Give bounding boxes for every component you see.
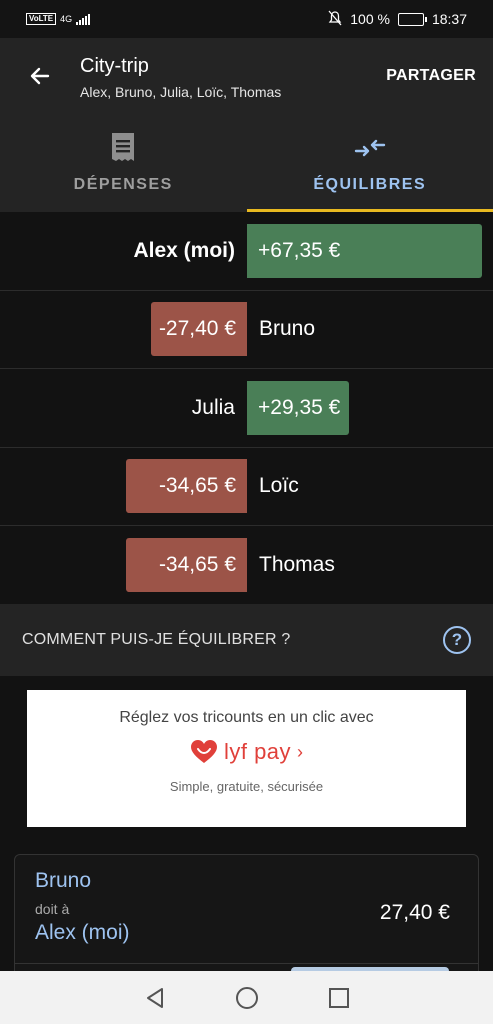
banner-tagline: Simple, gratuite, sécurisée	[169, 779, 324, 794]
divider	[15, 963, 478, 964]
how-to-balance-header[interactable]: COMMENT PUIS-JE ÉQUILIBRER ? ?	[0, 604, 493, 676]
share-button[interactable]: PARTAGER	[386, 67, 493, 85]
settlement-amount: 27,40 €	[379, 901, 450, 924]
how-to-balance-label: COMMENT PUIS-JE ÉQUILIBRER ?	[22, 631, 291, 648]
app-bar: City-trip Alex, Bruno, Julia, Loïc, Thom…	[0, 38, 493, 114]
member-name: Thomas	[259, 553, 335, 577]
triangle-back-icon	[146, 987, 163, 1008]
member-name: Loïc	[259, 474, 299, 498]
lyf-pay-brand: lyf pay	[223, 739, 292, 764]
square-recents-icon	[328, 987, 349, 1008]
volte-badge: VoLTE	[26, 13, 57, 25]
status-bar: VoLTE 4G 100 % 18:37	[0, 0, 493, 38]
tab-bar: DÉPENSES ÉQUILIBRES	[0, 114, 493, 212]
balance-row-thomas[interactable]: -34,65 € Thomas	[0, 526, 493, 605]
balance-row-alex[interactable]: Alex (moi) +67,35 €	[0, 212, 493, 291]
balance-arrows-icon	[354, 139, 385, 157]
tab-expenses[interactable]: DÉPENSES	[0, 114, 247, 212]
debtor-name: Bruno	[35, 869, 92, 892]
member-name: Alex (moi)	[133, 238, 235, 262]
participants-subtitle: Alex, Bruno, Julia, Loïc, Thomas	[80, 83, 282, 100]
battery-icon	[397, 12, 427, 26]
balance-bar: -34,65 €	[126, 538, 247, 593]
title-block: City-trip Alex, Bruno, Julia, Loïc, Thom…	[80, 53, 386, 100]
balance-amount: +67,35 €	[258, 238, 341, 262]
lyf-heart-icon	[190, 740, 217, 763]
tab-balances[interactable]: ÉQUILIBRES	[246, 114, 493, 212]
lyf-pay-logo: lyf pay ›	[27, 739, 466, 765]
system-nav-bar	[0, 971, 493, 1024]
balance-bar: -27,40 €	[151, 302, 247, 357]
balance-row-julia[interactable]: Julia +29,35 €	[0, 369, 493, 448]
balance-row-loic[interactable]: -34,65 € Loïc	[0, 448, 493, 526]
banner-text: Réglez vos tricounts en un clic avec	[119, 709, 374, 726]
circle-home-icon	[235, 986, 258, 1009]
chevron-right-icon: ›	[297, 741, 304, 762]
nav-back-button[interactable]	[143, 986, 167, 1010]
balance-bar: -34,65 €	[126, 459, 247, 514]
balance-amount: -34,65 €	[158, 474, 236, 498]
balance-bar: +67,35 €	[247, 223, 482, 278]
clock: 18:37	[431, 11, 467, 27]
battery-percent: 100 %	[350, 11, 390, 27]
member-name: Bruno	[259, 317, 316, 341]
back-arrow-icon	[30, 67, 50, 85]
signal-icon	[76, 13, 91, 25]
member-name: Julia	[191, 395, 235, 419]
nav-home-button[interactable]	[235, 986, 259, 1010]
balance-amount: +29,35 €	[258, 395, 341, 419]
back-button[interactable]	[0, 38, 80, 114]
tab-expenses-label: DÉPENSES	[73, 176, 173, 193]
balances-list: Alex (moi) +67,35 € -27,40 € Bruno Julia…	[0, 212, 493, 605]
receipt-icon	[112, 133, 135, 161]
balance-amount: -27,40 €	[158, 317, 236, 341]
network-type: 4G	[60, 14, 73, 24]
page-title: City-trip	[80, 54, 149, 77]
lyf-pay-banner[interactable]: Réglez vos tricounts en un clic avec lyf…	[27, 690, 466, 827]
status-right: 100 % 18:37	[328, 10, 467, 29]
help-icon[interactable]: ?	[443, 626, 471, 654]
status-left: VoLTE 4G	[26, 13, 91, 25]
nav-recents-button[interactable]	[327, 986, 351, 1010]
balance-amount: -34,65 €	[158, 553, 236, 577]
balance-row-bruno[interactable]: -27,40 € Bruno	[0, 291, 493, 369]
balance-bar: +29,35 €	[247, 380, 349, 435]
mute-icon	[328, 10, 342, 29]
tab-balances-label: ÉQUILIBRES	[313, 176, 427, 193]
